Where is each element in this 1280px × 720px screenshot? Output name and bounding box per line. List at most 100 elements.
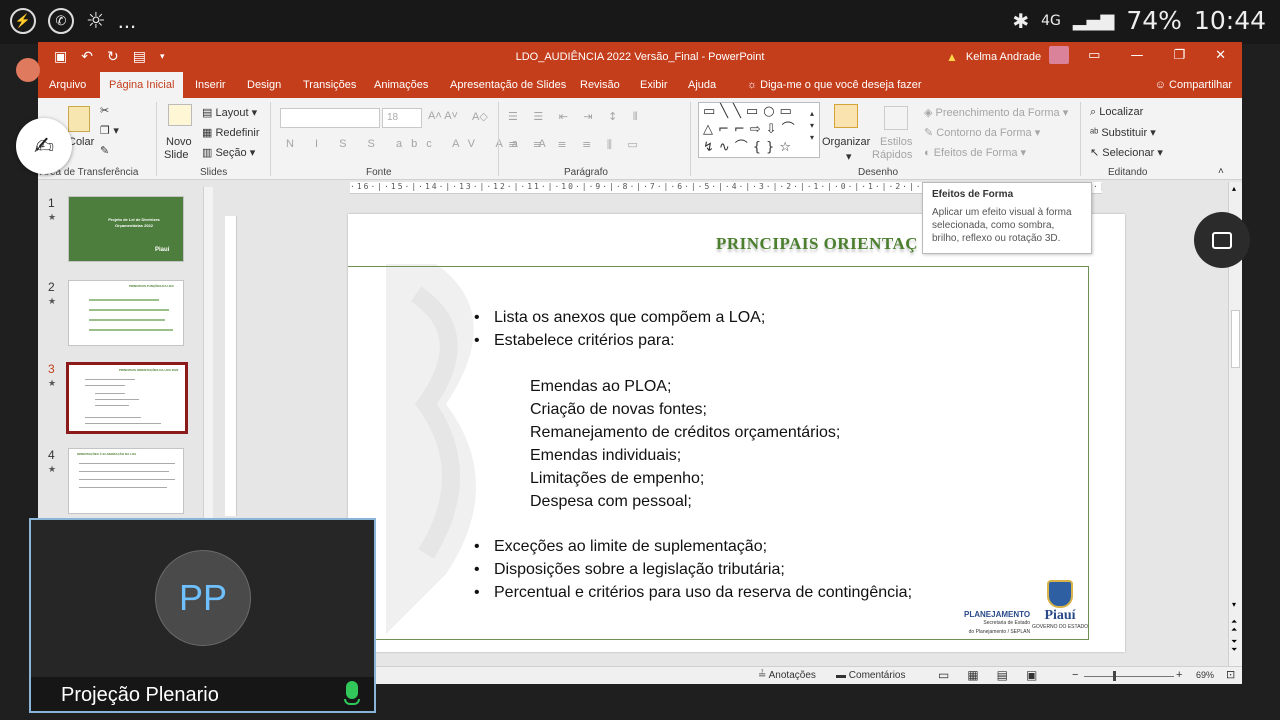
slide-canvas[interactable]: PRINCIPAIS ORIENTAÇ Lista os anexos que … — [348, 214, 1125, 652]
layout-icon: ▤ — [202, 107, 213, 119]
quick-styles-label-2[interactable]: Rápidos — [872, 149, 912, 161]
share-button[interactable]: ☺ Compartilhar — [1155, 72, 1232, 98]
new-slide-label-2[interactable]: Slide — [164, 149, 188, 161]
battery-level: 74% — [1126, 6, 1182, 35]
replace-button[interactable]: ᵃᵇ Substituir ▾ — [1090, 126, 1156, 139]
format-painter-icon[interactable]: ✎ — [100, 144, 109, 157]
shapes-scroll-icon[interactable]: ▴ ▾ ▾ — [810, 108, 814, 144]
comments-label: Comentários — [848, 670, 906, 681]
clear-format-icon[interactable]: A◇ — [472, 110, 488, 123]
tab-apresentacao[interactable]: Apresentação de Slides — [441, 72, 575, 98]
tab-pagina-inicial[interactable]: Página Inicial — [100, 72, 184, 98]
font-size-input[interactable]: 18 — [382, 108, 422, 128]
new-slide-icon[interactable] — [168, 104, 192, 126]
slide-thumbnail-selected[interactable]: PRINCIPAIS ORIENTAÇÕES DA LDO 2022 — [66, 362, 188, 434]
bullet-list-top[interactable]: Lista os anexos que compõem a LOA; Estab… — [472, 306, 765, 352]
list-buttons[interactable]: ☰ ☰ ⇤ ⇥ ↕ ⫴ — [508, 110, 643, 124]
chevron-down-icon: ▾ — [846, 151, 852, 163]
share-label: Compartilhar — [1169, 79, 1232, 91]
underline-button[interactable]: S — [339, 138, 355, 150]
list-item: Percentual e critérios para uso da reser… — [472, 581, 912, 604]
shape-effects-button[interactable]: ◐ Efeitos de Forma ▾ — [924, 146, 1026, 159]
list-item: Emendas individuais; — [530, 447, 682, 464]
prev-slide-icon[interactable]: ⏶ ⏶ — [1231, 618, 1237, 634]
group-label-font: Fonte — [366, 167, 392, 178]
comments-button[interactable]: ▬ Comentários — [836, 670, 905, 681]
list-item: Disposições sobre a legislação tributári… — [472, 558, 912, 581]
transition-star-icon: ★ — [48, 296, 57, 306]
zoom-out-button[interactable]: − — [1072, 669, 1078, 681]
zoom-slider-thumb[interactable] — [1113, 671, 1116, 681]
slide-thumbnail[interactable]: ORIENTAÇÕES À ELABORAÇÃO DA LOA — [68, 448, 184, 514]
list-item: Limitações de empenho; — [530, 470, 705, 487]
collapse-ribbon-icon[interactable]: ˄ — [1218, 166, 1224, 177]
next-slide-icon[interactable]: ⏷ ⏷ — [1231, 638, 1237, 654]
reset-button[interactable]: ▦ Redefinir — [202, 126, 260, 139]
tab-exibir[interactable]: Exibir — [631, 72, 677, 98]
scroll-down-icon[interactable]: ▾ — [1232, 600, 1236, 609]
tab-revisao[interactable]: Revisão — [571, 72, 629, 98]
font-name-input[interactable] — [280, 108, 380, 128]
chevron-down-icon: ▾ — [1020, 147, 1027, 159]
bluetooth-icon: ✱ — [1012, 8, 1030, 33]
quick-styles-icon[interactable] — [884, 106, 908, 130]
scrollbar-thumb[interactable] — [1231, 310, 1240, 368]
fit-slide-icon[interactable]: ⊡ — [1226, 668, 1235, 681]
quick-styles-label-1[interactable]: Estilos — [880, 136, 912, 148]
cut-icon[interactable]: ✂ — [100, 104, 109, 117]
ribbon-home: Colar ✂ ❐ ▾ ✎ Área de Transferência Novo… — [38, 98, 1242, 180]
find-button[interactable]: ⌕ Localizar — [1090, 106, 1143, 119]
network-type: 4G — [1041, 12, 1061, 29]
notes-button[interactable]: ≟ Anotações — [758, 670, 816, 681]
spacing-button[interactable]: AV — [452, 138, 484, 150]
zoom-in-button[interactable]: + — [1176, 669, 1182, 681]
thumbnails-scrollbar[interactable] — [203, 187, 213, 527]
user-account[interactable]: ▲ Kelma Andrade — [946, 46, 1070, 64]
strikethrough-button[interactable]: abc — [396, 138, 441, 150]
restore-icon[interactable]: ❐ — [1173, 48, 1185, 63]
slide-number: 2 — [48, 280, 55, 294]
minimize-icon[interactable]: — — [1130, 48, 1143, 63]
annotate-pen-icon[interactable]: ✍ — [16, 118, 72, 174]
tab-transicoes[interactable]: Transições — [294, 72, 365, 98]
planejamento-logo: PLANEJAMENTO Secretaria de Estado do Pla… — [964, 610, 1030, 637]
arrange-icon[interactable] — [834, 104, 858, 128]
shape-fill-button[interactable]: ◈ Preenchimento da Forma ▾ — [924, 106, 1068, 119]
section-button[interactable]: ▥ Seção ▾ — [202, 146, 255, 159]
tab-design[interactable]: Design — [238, 72, 290, 98]
pen-icon: ✎ — [924, 127, 934, 139]
shapes-gallery[interactable]: ▭╲╲▭○▭ △⌐⌐⇨⇩⌒ ↯∿⌒{}☆ — [698, 102, 820, 158]
tab-arquivo[interactable]: Arquivo — [40, 72, 95, 98]
tab-inserir[interactable]: Inserir — [186, 72, 235, 98]
slide-thumbnail[interactable]: Projeto de Lei de Diretrizes Orçamentári… — [68, 196, 184, 262]
layout-button[interactable]: ▤ Layout ▾ — [202, 106, 257, 119]
zoom-level[interactable]: 69% — [1196, 670, 1214, 680]
close-icon[interactable]: ✕ — [1215, 48, 1226, 63]
tab-ajuda[interactable]: Ajuda — [679, 72, 725, 98]
slide-number: 3 — [48, 362, 55, 376]
bullet-list-bottom[interactable]: Exceções ao limite de suplementação; Dis… — [472, 535, 912, 604]
select-button[interactable]: ↖ Selecionar ▾ — [1090, 146, 1163, 159]
sub-item-list[interactable]: Emendas ao PLOA; Criação de novas fontes… — [508, 375, 840, 513]
floating-window-button[interactable] — [1194, 212, 1250, 268]
slide-thumbnail[interactable]: PRINCIPAIS FUNÇÕES DA LDO — [68, 280, 184, 346]
shadow-button[interactable]: S — [368, 138, 384, 150]
zoom-slider[interactable] — [1084, 676, 1174, 677]
new-slide-label-1[interactable]: Novo — [166, 136, 192, 148]
paste-icon[interactable] — [68, 106, 90, 132]
record-indicator-icon[interactable] — [16, 58, 40, 82]
tab-animacoes[interactable]: Animações — [365, 72, 437, 98]
video-participant-tile[interactable]: PP Projeção Plenario — [29, 518, 376, 713]
bold-button[interactable]: N — [286, 138, 303, 150]
copy-icon[interactable]: ❐ ▾ — [100, 124, 119, 137]
view-buttons[interactable]: ▭▦▤▣ — [938, 668, 1055, 682]
italic-button[interactable]: I — [315, 138, 327, 150]
ribbon-display-icon[interactable]: ▭ — [1088, 48, 1100, 63]
scroll-up-icon[interactable]: ▴ — [1232, 184, 1236, 193]
tell-me-search[interactable]: ☼ Diga-me o que você deseja fazer — [738, 72, 931, 98]
shape-outline-button[interactable]: ✎ Contorno da Forma ▾ — [924, 126, 1040, 139]
grow-font-icon[interactable]: A˄ A˅ — [428, 110, 458, 122]
align-buttons[interactable]: ≡ ≡ ≡ ≡ ⫼ ▭ — [508, 138, 644, 152]
slide-title[interactable]: PRINCIPAIS ORIENTAÇ — [716, 234, 918, 254]
arrange-button[interactable]: Organizar — [822, 136, 870, 148]
